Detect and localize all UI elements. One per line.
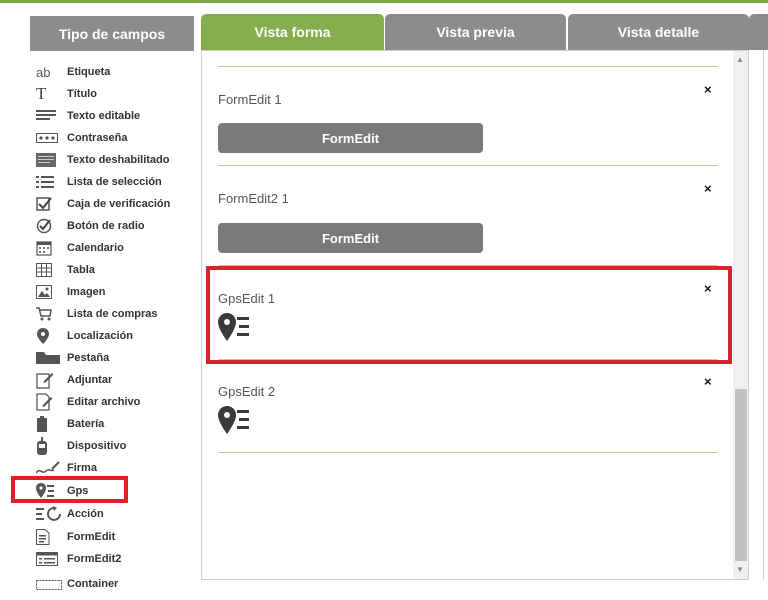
field-item-etiqueta[interactable]: ab Etiqueta bbox=[36, 62, 110, 82]
row-divider bbox=[218, 452, 718, 453]
list-icon bbox=[36, 172, 62, 192]
field-item-caja-verificacion[interactable]: Caja de verificación bbox=[36, 194, 170, 214]
table-grid-icon bbox=[36, 260, 62, 280]
close-icon[interactable]: × bbox=[704, 182, 714, 195]
row-title: FormEdit 1 bbox=[218, 92, 282, 107]
field-item-texto-deshabilitado[interactable]: Texto deshabilitado bbox=[36, 150, 169, 170]
folder-tab-icon bbox=[36, 348, 62, 368]
cart-icon bbox=[36, 304, 62, 324]
field-item-lista-seleccion[interactable]: Lista de selección bbox=[36, 172, 162, 192]
field-item-boton-radio[interactable]: Botón de radio bbox=[36, 216, 145, 236]
location-pin-icon bbox=[36, 326, 62, 346]
form-list-icon bbox=[36, 549, 62, 569]
password-dots-icon bbox=[36, 128, 62, 148]
tab-vista-previa[interactable]: Vista previa bbox=[385, 14, 566, 50]
close-icon[interactable]: × bbox=[704, 375, 714, 388]
form-doc-icon bbox=[36, 527, 62, 547]
field-types-header: Tipo de campos bbox=[30, 16, 194, 51]
radio-check-icon bbox=[36, 216, 62, 236]
field-item-formedit[interactable]: FormEdit bbox=[36, 527, 115, 547]
top-accent-line bbox=[0, 0, 768, 3]
field-item-container[interactable]: Container bbox=[36, 574, 118, 594]
close-icon[interactable]: × bbox=[704, 83, 714, 96]
edit-file-icon bbox=[36, 392, 62, 412]
field-item-lista-compras[interactable]: Lista de compras bbox=[36, 304, 157, 324]
attach-edit-icon bbox=[36, 370, 62, 390]
tab-vista-detalle[interactable]: Vista detalle bbox=[568, 14, 749, 50]
field-item-formedit2[interactable]: FormEdit2 bbox=[36, 549, 121, 569]
field-item-titulo[interactable]: T Título bbox=[36, 84, 97, 104]
gps-field-highlight bbox=[11, 476, 128, 503]
field-item-adjuntar[interactable]: Adjuntar bbox=[36, 370, 112, 390]
vertical-scrollbar[interactable]: ▲ ▼ bbox=[733, 51, 748, 579]
row-divider bbox=[218, 66, 718, 67]
field-item-firma[interactable]: Firma bbox=[36, 458, 97, 478]
text-t-icon: T bbox=[36, 84, 47, 103]
row-title: GpsEdit 2 bbox=[218, 384, 276, 399]
field-item-contrasena[interactable]: Contraseña bbox=[36, 128, 128, 148]
field-item-imagen[interactable]: Imagen bbox=[36, 282, 106, 302]
text-ab-icon: ab bbox=[36, 64, 51, 80]
field-item-localizacion[interactable]: Localización bbox=[36, 326, 133, 346]
row-title: FormEdit2 1 bbox=[218, 191, 289, 206]
signature-icon bbox=[36, 458, 62, 478]
action-refresh-icon bbox=[36, 504, 62, 524]
tab-overflow-stub bbox=[749, 14, 768, 50]
checkbox-icon bbox=[36, 194, 62, 214]
tab-vista-forma[interactable]: Vista forma bbox=[201, 14, 384, 50]
formedit-button[interactable]: FormEdit bbox=[218, 123, 483, 153]
image-icon bbox=[36, 282, 62, 302]
battery-icon bbox=[36, 414, 62, 434]
gps-pin-list-icon bbox=[218, 406, 252, 436]
container-icon bbox=[36, 574, 62, 594]
field-item-pestana[interactable]: Pestaña bbox=[36, 348, 109, 368]
detail-panel-edge bbox=[763, 50, 768, 580]
calendar-icon bbox=[36, 238, 62, 258]
device-icon bbox=[36, 436, 62, 456]
formedit-button[interactable]: FormEdit bbox=[218, 223, 483, 253]
field-item-accion[interactable]: Acción bbox=[36, 504, 104, 524]
row-divider bbox=[218, 165, 718, 166]
field-item-texto-editable[interactable]: Texto editable bbox=[36, 106, 140, 126]
scroll-up-arrow-icon[interactable]: ▲ bbox=[736, 55, 744, 64]
field-item-tabla[interactable]: Tabla bbox=[36, 260, 95, 280]
field-item-calendario[interactable]: Calendario bbox=[36, 238, 124, 258]
text-block-icon bbox=[36, 150, 62, 170]
gpsedit-row-highlight bbox=[206, 266, 732, 364]
field-item-bateria[interactable]: Batería bbox=[36, 414, 104, 434]
text-lines-icon bbox=[36, 106, 62, 126]
field-item-editar-archivo[interactable]: Editar archivo bbox=[36, 392, 140, 412]
field-item-dispositivo[interactable]: Dispositivo bbox=[36, 436, 126, 456]
scroll-thumb[interactable] bbox=[735, 389, 747, 561]
scroll-down-arrow-icon[interactable]: ▼ bbox=[736, 565, 744, 574]
